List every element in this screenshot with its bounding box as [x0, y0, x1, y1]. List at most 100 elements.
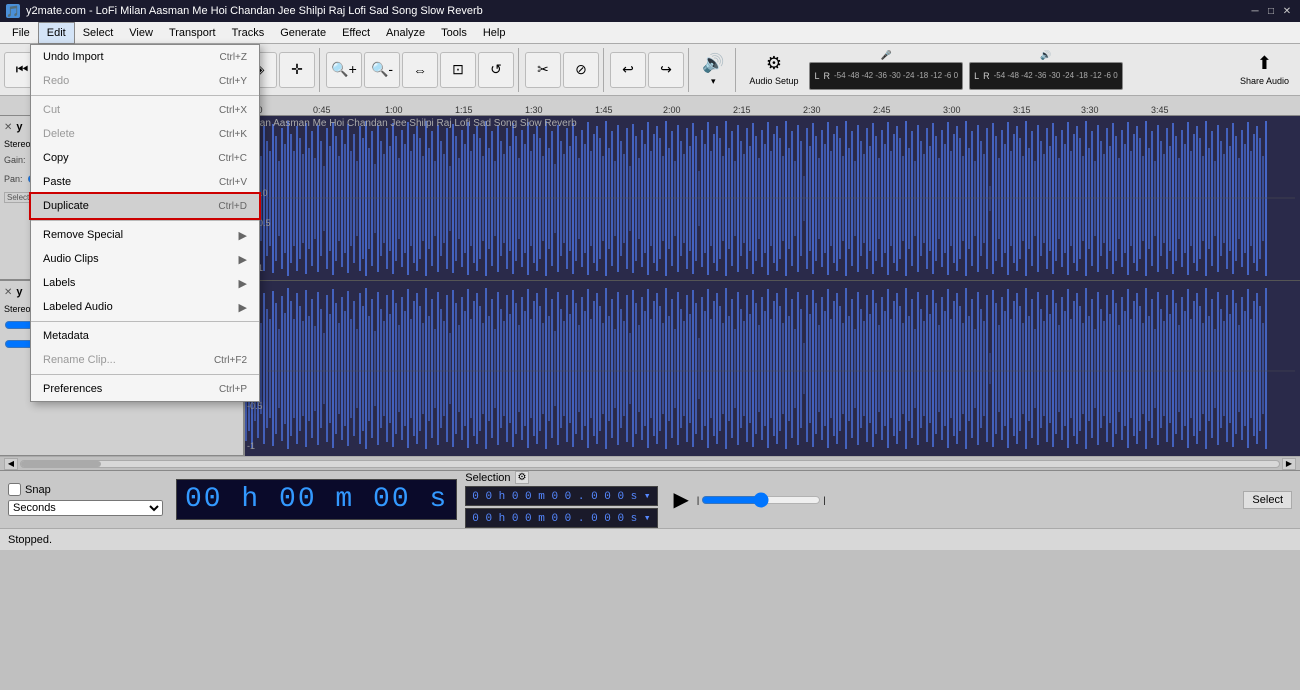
menu-analyze[interactable]: Analyze — [378, 22, 433, 44]
ruler-mark-215: 2:15 — [733, 105, 751, 115]
select-tool-button[interactable]: Select — [1243, 491, 1292, 509]
undo-group: ↩ ↪ — [610, 48, 689, 92]
audio-setup-button[interactable]: ⚙ Audio Setup — [742, 48, 805, 92]
ruler-mark-115: 1:15 — [455, 105, 473, 115]
menu-effect[interactable]: Effect — [334, 22, 378, 44]
track2-name[interactable]: y — [16, 286, 22, 298]
menu-tracks[interactable]: Tracks — [224, 22, 273, 44]
ruler-mark-315: 3:15 — [1013, 105, 1031, 115]
ruler-mark-300: 3:00 — [943, 105, 961, 115]
h-scrollbar-area: ◀ ▶ — [0, 456, 1300, 470]
zoom-out-button[interactable]: 🔍- — [364, 52, 400, 88]
zoom-in-button[interactable]: 🔍+ — [326, 52, 362, 88]
menu-copy-item[interactable]: Copy Ctrl+C — [31, 146, 259, 170]
menu-cut-item[interactable]: Cut Ctrl+X — [31, 98, 259, 122]
time-unit-select[interactable]: Seconds — [8, 500, 163, 516]
menu-file[interactable]: File — [4, 22, 38, 44]
status-text: Stopped. — [8, 534, 52, 546]
menu-select[interactable]: Select — [75, 22, 122, 44]
undo-label: Undo Import — [43, 51, 104, 63]
menu-labeled-audio-item[interactable]: Labeled Audio ▶ — [31, 295, 259, 319]
redo-button[interactable]: ↪ — [648, 52, 684, 88]
share-audio-button[interactable]: ⬆ Share Audio — [1233, 48, 1296, 92]
menu-edit[interactable]: Edit — [38, 22, 75, 44]
snap-label: Snap — [25, 484, 51, 496]
play-stop-button[interactable]: ▶ — [674, 487, 689, 512]
zoom-fit-button[interactable]: ⇔ — [402, 52, 438, 88]
track1-name[interactable]: y — [16, 121, 22, 133]
track2-collapse-icon[interactable]: ✕ — [4, 287, 12, 298]
menu-redo-item[interactable]: Redo Ctrl+Y — [31, 69, 259, 93]
menu-remove-special-item[interactable]: Remove Special ▶ — [31, 223, 259, 247]
playback-vu-meter: L R -54 -48 -42 -36 -30 -24 -18 -12 -6 0 — [969, 62, 1123, 90]
menu-view[interactable]: View — [121, 22, 161, 44]
menu-generate[interactable]: Generate — [272, 22, 334, 44]
menu-tools[interactable]: Tools — [433, 22, 475, 44]
selection-section: Selection ⚙ 0 0 h 0 0 m 0 0 . 0 0 0 s ▾ … — [465, 471, 657, 528]
menu-labels-item[interactable]: Labels ▶ — [31, 271, 259, 295]
time-display-value: 00 h 00 m 00 s — [185, 484, 448, 515]
h-scrollbar-thumb[interactable] — [21, 461, 101, 467]
track1-collapse-icon[interactable]: ✕ — [4, 122, 12, 133]
trim-button[interactable]: ✂ — [525, 52, 561, 88]
selection-end-display: 0 0 h 0 0 m 0 0 . 0 0 0 s ▾ — [465, 508, 657, 528]
ruler-mark-100: 1:00 — [385, 105, 403, 115]
delete-label: Delete — [43, 128, 75, 140]
zoom-reset-button[interactable]: ↺ — [478, 52, 514, 88]
menu-metadata-item[interactable]: Metadata — [31, 324, 259, 348]
waveform-area: Milan Aasman Me Hoi Chandan Jee Shilpi R… — [245, 116, 1300, 456]
menu-help[interactable]: Help — [475, 22, 514, 44]
snap-checkbox[interactable] — [8, 483, 21, 496]
menu-bar: File Edit Select View Transport Tracks G… — [0, 22, 1300, 44]
menu-undo-item[interactable]: Undo Import Ctrl+Z — [31, 45, 259, 69]
volume-control[interactable]: 🔊 ▾ — [695, 48, 731, 92]
copy-shortcut: Ctrl+C — [218, 153, 247, 164]
snap-section: Snap Seconds — [8, 483, 168, 516]
track1-select-btn[interactable]: Select — [4, 192, 32, 203]
close-button[interactable]: ✕ — [1280, 4, 1294, 18]
menu-paste-item[interactable]: Paste Ctrl+V — [31, 170, 259, 194]
ruler-marks: 0:30 0:45 1:00 1:15 1:30 1:45 2:00 2:15 … — [245, 96, 1300, 115]
scroll-right-button[interactable]: ▶ — [1282, 458, 1296, 470]
selection-gear-button[interactable]: ⚙ — [515, 471, 530, 484]
undo-button[interactable]: ↩ — [610, 52, 646, 88]
scroll-left-button[interactable]: ◀ — [4, 458, 18, 470]
pan-label: Pan: — [4, 174, 23, 184]
minimize-button[interactable]: ─ — [1248, 4, 1262, 18]
cut-label: Cut — [43, 104, 60, 116]
bottom-tools: Select — [1243, 491, 1292, 509]
selection-label: Selection — [465, 472, 510, 484]
volume-group: 🔊 ▾ — [695, 48, 736, 92]
svg-text:-0.5: -0.5 — [247, 401, 263, 411]
share-audio-label: Share Audio — [1240, 76, 1289, 86]
track1-clip-label: Milan Aasman Me Hoi Chandan Jee Shilpi R… — [247, 118, 577, 129]
app-icon: 🎵 — [6, 4, 20, 18]
track2-waveform[interactable]: 0.0 -0.5 -1 — [245, 281, 1300, 456]
metadata-label: Metadata — [43, 330, 89, 342]
ruler-mark-230: 2:30 — [803, 105, 821, 115]
h-scrollbar-track[interactable] — [20, 460, 1280, 468]
audio-clips-arrow: ▶ — [239, 253, 247, 266]
track1-waveform[interactable]: Milan Aasman Me Hoi Chandan Jee Shilpi R… — [245, 116, 1300, 281]
menu-transport[interactable]: Transport — [161, 22, 224, 44]
playback-speed-slider[interactable] — [701, 492, 821, 508]
silence-button[interactable]: ⊘ — [563, 52, 599, 88]
menu-delete-item[interactable]: Delete Ctrl+K — [31, 122, 259, 146]
ruler-mark-330: 3:30 — [1081, 105, 1099, 115]
duplicate-label: Duplicate — [43, 200, 89, 212]
rec-meter-icon: 🎤 — [881, 50, 892, 61]
multi-tool-button[interactable]: ✛ — [279, 52, 315, 88]
audio-setup-icon: ⚙ — [766, 53, 782, 74]
remove-special-arrow: ▶ — [239, 229, 247, 242]
gain-label: Gain: — [4, 155, 26, 165]
menu-preferences-item[interactable]: Preferences Ctrl+P — [31, 377, 259, 401]
separator-4 — [31, 374, 259, 375]
menu-duplicate-item[interactable]: Duplicate Ctrl+D — [31, 194, 259, 218]
cut-shortcut: Ctrl+X — [219, 105, 247, 116]
share-audio-icon: ⬆ — [1257, 53, 1272, 74]
menu-rename-clip-item[interactable]: Rename Clip... Ctrl+F2 — [31, 348, 259, 372]
maximize-button[interactable]: □ — [1264, 4, 1278, 18]
zoom-sel-button[interactable]: ⊡ — [440, 52, 476, 88]
menu-audio-clips-item[interactable]: Audio Clips ▶ — [31, 247, 259, 271]
paste-label: Paste — [43, 176, 71, 188]
